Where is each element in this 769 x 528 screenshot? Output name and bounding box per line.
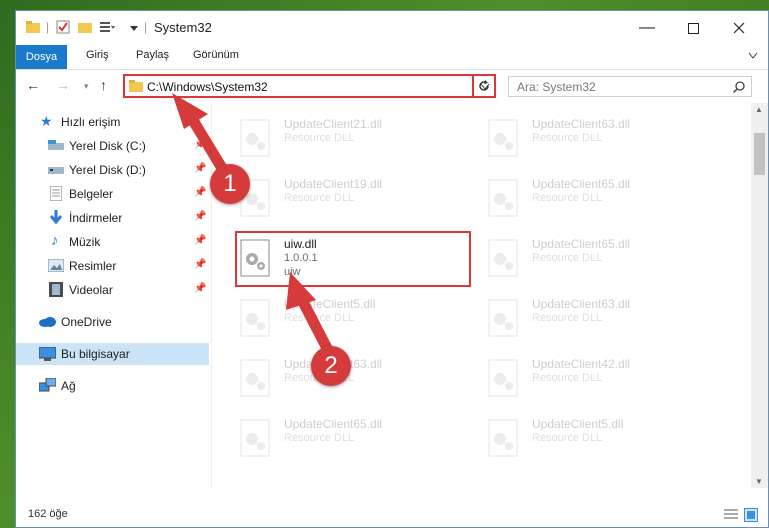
arrow-1 bbox=[172, 93, 234, 184]
step-badge-2: 2 bbox=[311, 346, 351, 386]
annotation-overlay bbox=[172, 93, 336, 360]
step-badge-1: 1 bbox=[210, 164, 250, 204]
arrow-2 bbox=[286, 272, 336, 360]
